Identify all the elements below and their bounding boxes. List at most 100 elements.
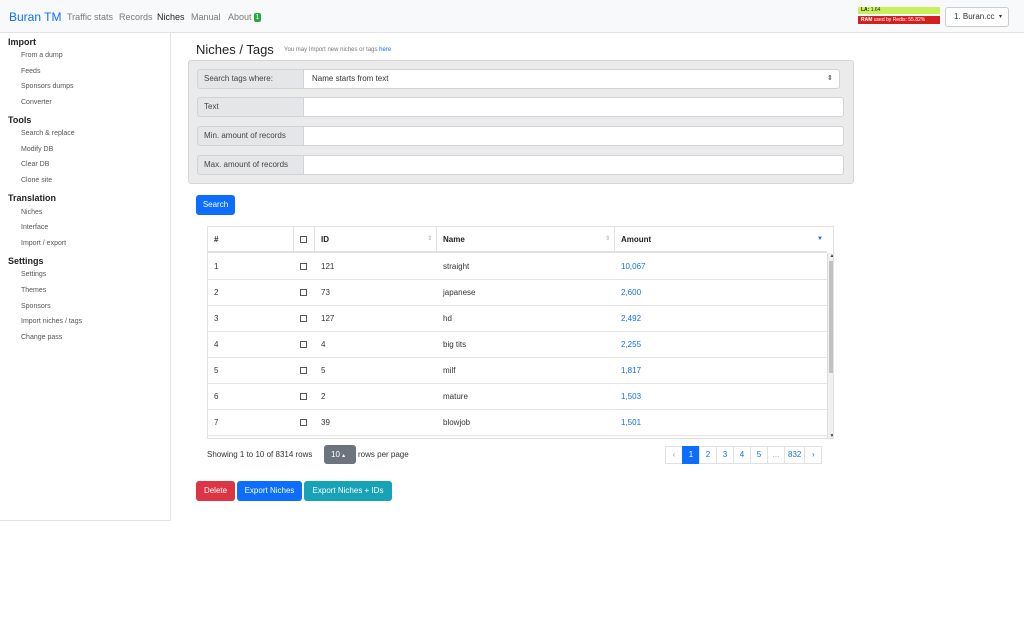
sidebar-heading-tools: Tools [8, 115, 32, 125]
la-label: LA: [861, 7, 870, 13]
cell-id: 73 [321, 288, 330, 297]
col-number: # [208, 227, 294, 252]
cell-name: straight [443, 262, 470, 271]
sidebar: Import From a dump Feeds Sponsors dumps … [0, 33, 171, 521]
cell-amount-link[interactable]: 10,067 [621, 254, 645, 280]
page-last-button[interactable]: 832 [784, 446, 806, 464]
row-checkbox[interactable] [300, 367, 307, 374]
sidebar-item-niches[interactable]: Niches [21, 209, 42, 216]
niches-table: # ID ⇕ Name ⇕ Amount ▼ 1 121 straight 10,06… [207, 226, 834, 439]
sidebar-item-search-replace[interactable]: Search & replace [21, 130, 75, 137]
sidebar-heading-import: Import [8, 37, 36, 47]
pagination: ‹ 1 2 3 4 5 ... 832 › [665, 446, 823, 464]
cell-number: 3 [214, 314, 219, 323]
sort-desc-icon: ▼ [817, 236, 823, 242]
sidebar-item-themes[interactable]: Themes [21, 287, 46, 294]
sidebar-item-import-export[interactable]: Import / export [21, 240, 66, 247]
row-checkbox[interactable] [300, 263, 307, 270]
sidebar-item-feeds[interactable]: Feeds [21, 68, 40, 75]
ram-label: RAM [861, 17, 873, 23]
sidebar-item-from-a-dump[interactable]: From a dump [21, 52, 63, 59]
search-where-label: Search tags where: [197, 69, 304, 89]
max-amount-label: Max. amount of records [197, 155, 304, 175]
cell-name: hd [443, 314, 452, 323]
brand-link[interactable]: Buran TM [9, 10, 61, 24]
table-row[interactable]: 5 5 milf 1,817 [208, 358, 827, 384]
table-row[interactable]: 2 73 japanese 2,600 [208, 280, 827, 306]
row-checkbox[interactable] [300, 289, 307, 296]
scroll-thumb[interactable] [829, 261, 833, 373]
sidebar-item-settings[interactable]: Settings [21, 271, 46, 278]
table-row[interactable]: 3 127 hd 2,492 [208, 306, 827, 332]
rows-per-page-dropdown[interactable]: 10 ▴ [324, 445, 356, 464]
table-row[interactable]: 6 2 mature 1,503 [208, 384, 827, 410]
sidebar-item-interface[interactable]: Interface [21, 224, 48, 231]
cell-number: 4 [214, 340, 219, 349]
cell-number: 5 [214, 366, 219, 375]
page-1-button[interactable]: 1 [682, 446, 700, 464]
cell-amount-link[interactable]: 1,501 [621, 410, 641, 436]
text-input[interactable] [303, 97, 844, 117]
site-selector[interactable]: 1. Buran.cc ▾ [945, 7, 1009, 27]
search-where-value: Name starts from text [312, 74, 389, 83]
delete-button[interactable]: Delete [196, 481, 235, 501]
sidebar-item-sponsors-dumps[interactable]: Sponsors dumps [21, 83, 74, 90]
min-amount-input[interactable] [303, 126, 844, 146]
search-button[interactable]: Search [196, 195, 235, 215]
table-row[interactable]: 4 4 big tits 2,255 [208, 332, 827, 358]
sort-icon: ⇕ [604, 236, 610, 242]
cell-id: 4 [321, 340, 326, 349]
cell-amount-link[interactable]: 2,255 [621, 332, 641, 358]
table-scrollbar[interactable]: ▲ ▼ [827, 253, 833, 438]
sidebar-item-clone-site[interactable]: Clone site [21, 177, 52, 184]
export-niches-ids-button[interactable]: Export Niches + IDs [304, 481, 392, 501]
sidebar-item-sponsors[interactable]: Sponsors [21, 303, 51, 310]
sidebar-item-clear-db[interactable]: Clear DB [21, 161, 49, 168]
page-ellipsis: ... [767, 446, 785, 464]
sidebar-item-modify-db[interactable]: Modify DB [21, 146, 53, 153]
import-here-link[interactable]: here [379, 47, 391, 53]
sidebar-item-change-pass[interactable]: Change pass [21, 334, 62, 341]
col-id[interactable]: ID ⇕ [315, 227, 437, 252]
nav-niches[interactable]: Niches [157, 12, 185, 22]
nav-about[interactable]: About 1 [228, 12, 262, 22]
sort-icon: ⇕ [426, 236, 432, 242]
page-3-button[interactable]: 3 [716, 446, 734, 464]
row-checkbox[interactable] [300, 393, 307, 400]
page-next-button[interactable]: › [804, 446, 823, 464]
page-4-button[interactable]: 4 [733, 446, 751, 464]
scroll-up-icon[interactable]: ▲ [828, 253, 833, 259]
search-where-select[interactable]: Name starts from text ⇕ [303, 69, 840, 89]
cell-amount-link[interactable]: 1,817 [621, 358, 641, 384]
cell-id: 5 [321, 366, 326, 375]
scroll-down-icon[interactable]: ▼ [828, 433, 833, 438]
cell-amount-link[interactable]: 2,492 [621, 306, 641, 332]
cell-amount-link[interactable]: 1,503 [621, 384, 641, 410]
sidebar-item-import-niches-tags[interactable]: Import niches / tags [21, 318, 82, 325]
select-all-checkbox[interactable] [300, 236, 307, 243]
table-row[interactable]: 7 39 blowjob 1,501 [208, 410, 827, 436]
nav-manual[interactable]: Manual [191, 12, 221, 22]
row-checkbox[interactable] [300, 341, 307, 348]
max-amount-input[interactable] [303, 155, 844, 175]
nav-records[interactable]: Records [119, 12, 153, 22]
cell-amount-link[interactable]: 2,600 [621, 280, 641, 306]
export-niches-button[interactable]: Export Niches [237, 481, 302, 501]
cell-name: japanese [443, 288, 476, 297]
table-row[interactable]: 1 121 straight 10,067 [208, 254, 827, 280]
col-name-label: Name [443, 235, 465, 244]
load-average-indicator: LA: 1.64 [858, 7, 940, 14]
page-2-button[interactable]: 2 [699, 446, 717, 464]
row-checkbox[interactable] [300, 315, 307, 322]
col-name[interactable]: Name ⇕ [437, 227, 615, 252]
row-checkbox[interactable] [300, 419, 307, 426]
about-badge: 1 [253, 13, 262, 22]
col-amount[interactable]: Amount ▼ [615, 227, 827, 252]
page-5-button[interactable]: 5 [750, 446, 768, 464]
nav-traffic-stats[interactable]: Traffic stats [67, 12, 113, 22]
cell-id: 127 [321, 314, 335, 323]
rows-per-page-label: rows per page [358, 450, 409, 459]
table-header: # ID ⇕ Name ⇕ Amount ▼ [208, 227, 827, 253]
page-prev-button[interactable]: ‹ [665, 446, 683, 464]
sidebar-item-converter[interactable]: Converter [21, 99, 52, 106]
